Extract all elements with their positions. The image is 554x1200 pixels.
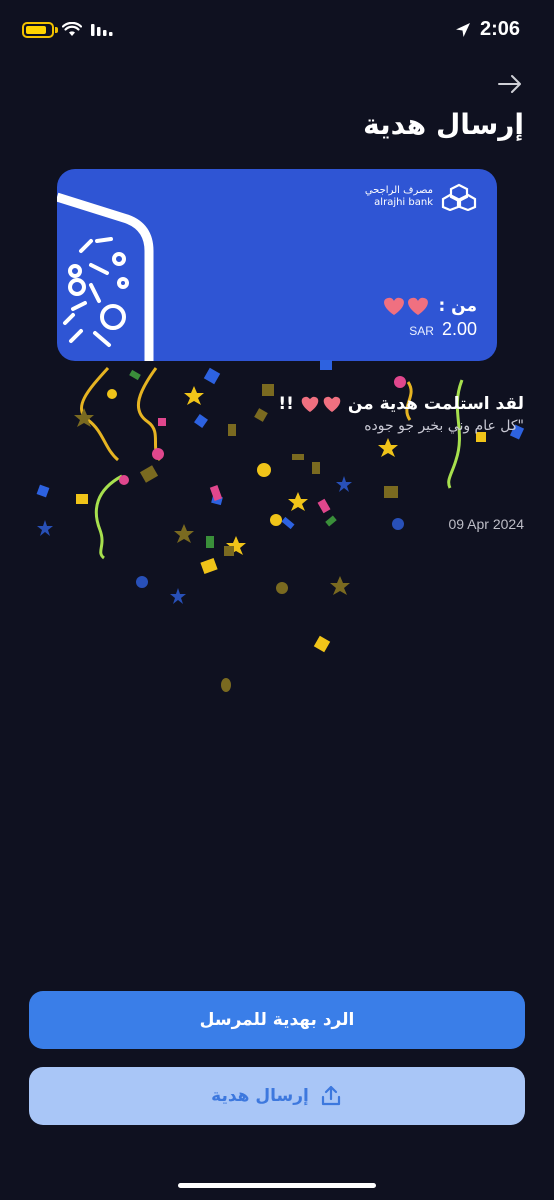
card-from-label: من : bbox=[438, 296, 477, 316]
bank-name-arabic: مصرف الراجحي bbox=[364, 185, 433, 196]
bank-name: مصرف الراجحي alrajhi bank bbox=[365, 185, 433, 209]
redacted-hearts-icon bbox=[301, 396, 341, 412]
back-arrow-icon[interactable] bbox=[496, 70, 524, 98]
message-title: لقد استلمت هدية من !! bbox=[278, 394, 524, 414]
page-title: إرسال هدية bbox=[363, 108, 524, 141]
bank-logo-icon bbox=[441, 183, 477, 211]
message-title-exclaim: !! bbox=[278, 394, 294, 414]
card-currency: SAR bbox=[409, 324, 434, 338]
status-time-group: 2:06 bbox=[454, 18, 520, 41]
message-title-text: لقد استلمت هدية من bbox=[347, 394, 524, 414]
signal-icon bbox=[91, 24, 113, 36]
send-gift-label: إرسال هدية bbox=[211, 1086, 309, 1106]
send-gift-button[interactable]: إرسال هدية bbox=[29, 1067, 525, 1125]
status-indicators bbox=[22, 22, 114, 38]
reply-with-gift-label: الرد بهدية للمرسل bbox=[199, 1010, 355, 1030]
battery-icon bbox=[22, 22, 58, 38]
gift-card: مصرف الراجحي alrajhi bank من : SAR 2.00 bbox=[57, 169, 497, 361]
home-indicator bbox=[178, 1183, 376, 1188]
reply-with-gift-button[interactable]: الرد بهدية للمرسل bbox=[29, 991, 525, 1049]
bank-logo: مصرف الراجحي alrajhi bank bbox=[365, 183, 477, 211]
location-arrow-icon bbox=[455, 22, 470, 37]
message-date: 09 Apr 2024 bbox=[448, 516, 524, 532]
card-from-row: من : bbox=[380, 295, 477, 317]
message-text: "كل عام وني بخير جو جوده bbox=[364, 418, 524, 434]
status-time: 2:06 bbox=[479, 18, 520, 40]
wifi-icon bbox=[62, 22, 82, 36]
bank-name-english: alrajhi bank bbox=[374, 197, 433, 208]
status-bar: 2:06 bbox=[0, 0, 554, 66]
redacted-hearts-icon bbox=[384, 297, 429, 315]
share-upload-icon bbox=[321, 1085, 340, 1106]
card-amount: 2.00 bbox=[441, 319, 477, 339]
card-amount-row: SAR 2.00 bbox=[409, 319, 477, 340]
